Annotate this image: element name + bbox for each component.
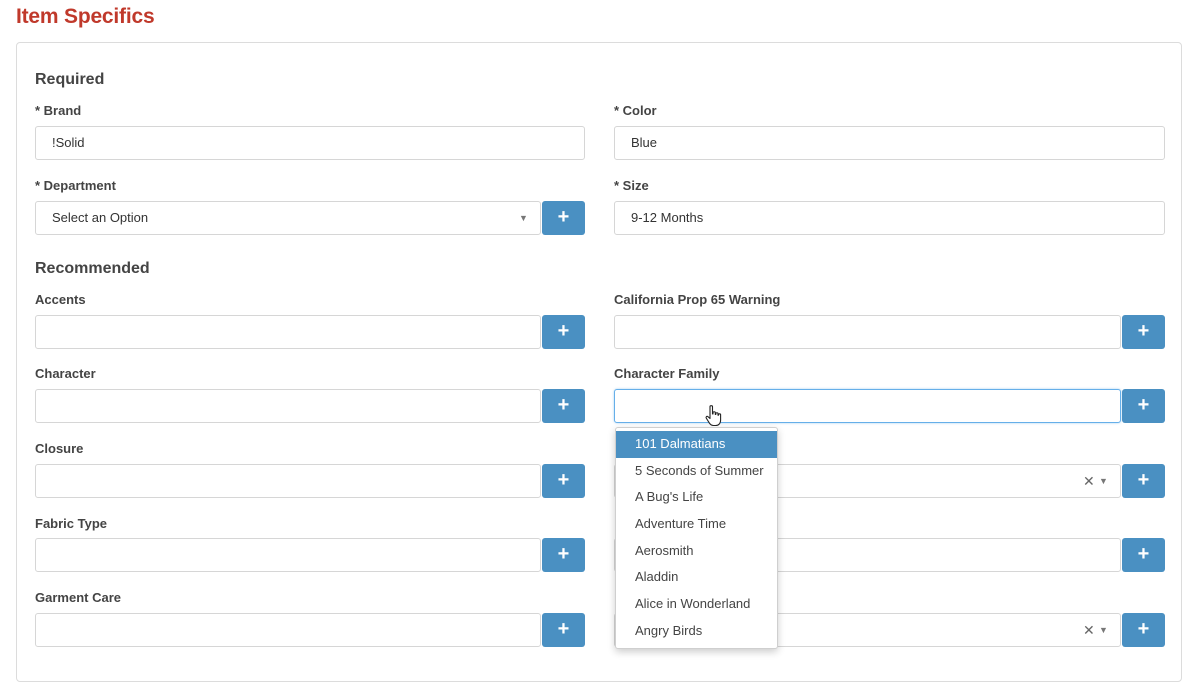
add-garment-care-button[interactable]: + [542,613,585,647]
dropdown-option[interactable]: 101 Dalmatians [616,431,777,458]
brand-label: * Brand [35,103,82,118]
add-prop65-button[interactable]: + [1122,315,1165,349]
section-title-recommended: Recommended [35,260,150,277]
closure-label: Closure [35,441,84,456]
fabric-type-input[interactable] [35,538,541,572]
prop65-input[interactable] [614,315,1121,349]
page-title: Item Specifics [16,5,155,28]
character-family-label: Character Family [614,366,720,381]
add-character-family-button[interactable]: + [1122,389,1165,423]
dropdown-option[interactable]: Alice in Wonderland [616,591,777,618]
closure-input[interactable] [35,464,541,498]
dropdown-option[interactable]: Aladdin [616,564,777,591]
garment-care-input[interactable] [35,613,541,647]
size-label: * Size [614,178,649,193]
color-input[interactable]: Blue [614,126,1165,160]
character-family-dropdown: 101 Dalmatians 5 Seconds of Summer A Bug… [615,427,778,649]
add-department-button[interactable]: + [542,201,585,235]
add-closure-button[interactable]: + [542,464,585,498]
add-fabric-type-button[interactable]: + [542,538,585,572]
brand-input[interactable]: !Solid [35,126,585,160]
add-right-row6-button[interactable]: + [1122,538,1165,572]
character-label: Character [35,366,96,381]
prop65-label: California Prop 65 Warning [614,292,781,307]
add-character-button[interactable]: + [542,389,585,423]
dropdown-option[interactable]: Aerosmith [616,538,777,565]
department-label: * Department [35,178,116,193]
accents-label: Accents [35,292,86,307]
dropdown-option[interactable]: Angry Birds [616,618,777,645]
hand-cursor-icon [705,405,722,427]
accents-input[interactable] [35,315,541,349]
size-input[interactable]: 9-12 Months [614,201,1165,235]
dropdown-option[interactable]: A Bug's Life [616,484,777,511]
fabric-type-label: Fabric Type [35,516,108,531]
clear-icon[interactable]: ✕ [1083,622,1095,639]
add-right-row7-button[interactable]: + [1122,613,1165,647]
dropdown-option[interactable]: 5 Seconds of Summer [616,458,777,485]
chevron-down-icon[interactable]: ▼ [519,213,528,223]
character-family-input[interactable] [614,389,1121,423]
chevron-down-icon[interactable]: ▼ [1099,476,1108,486]
department-select[interactable]: Select an Option [35,201,541,235]
add-right-row5-button[interactable]: + [1122,464,1165,498]
add-accents-button[interactable]: + [542,315,585,349]
dropdown-option[interactable]: Adventure Time [616,511,777,538]
garment-care-label: Garment Care [35,590,121,605]
color-label: * Color [614,103,657,118]
section-title-required: Required [35,71,105,88]
chevron-down-icon[interactable]: ▼ [1099,625,1108,635]
clear-icon[interactable]: ✕ [1083,473,1095,490]
character-input[interactable] [35,389,541,423]
